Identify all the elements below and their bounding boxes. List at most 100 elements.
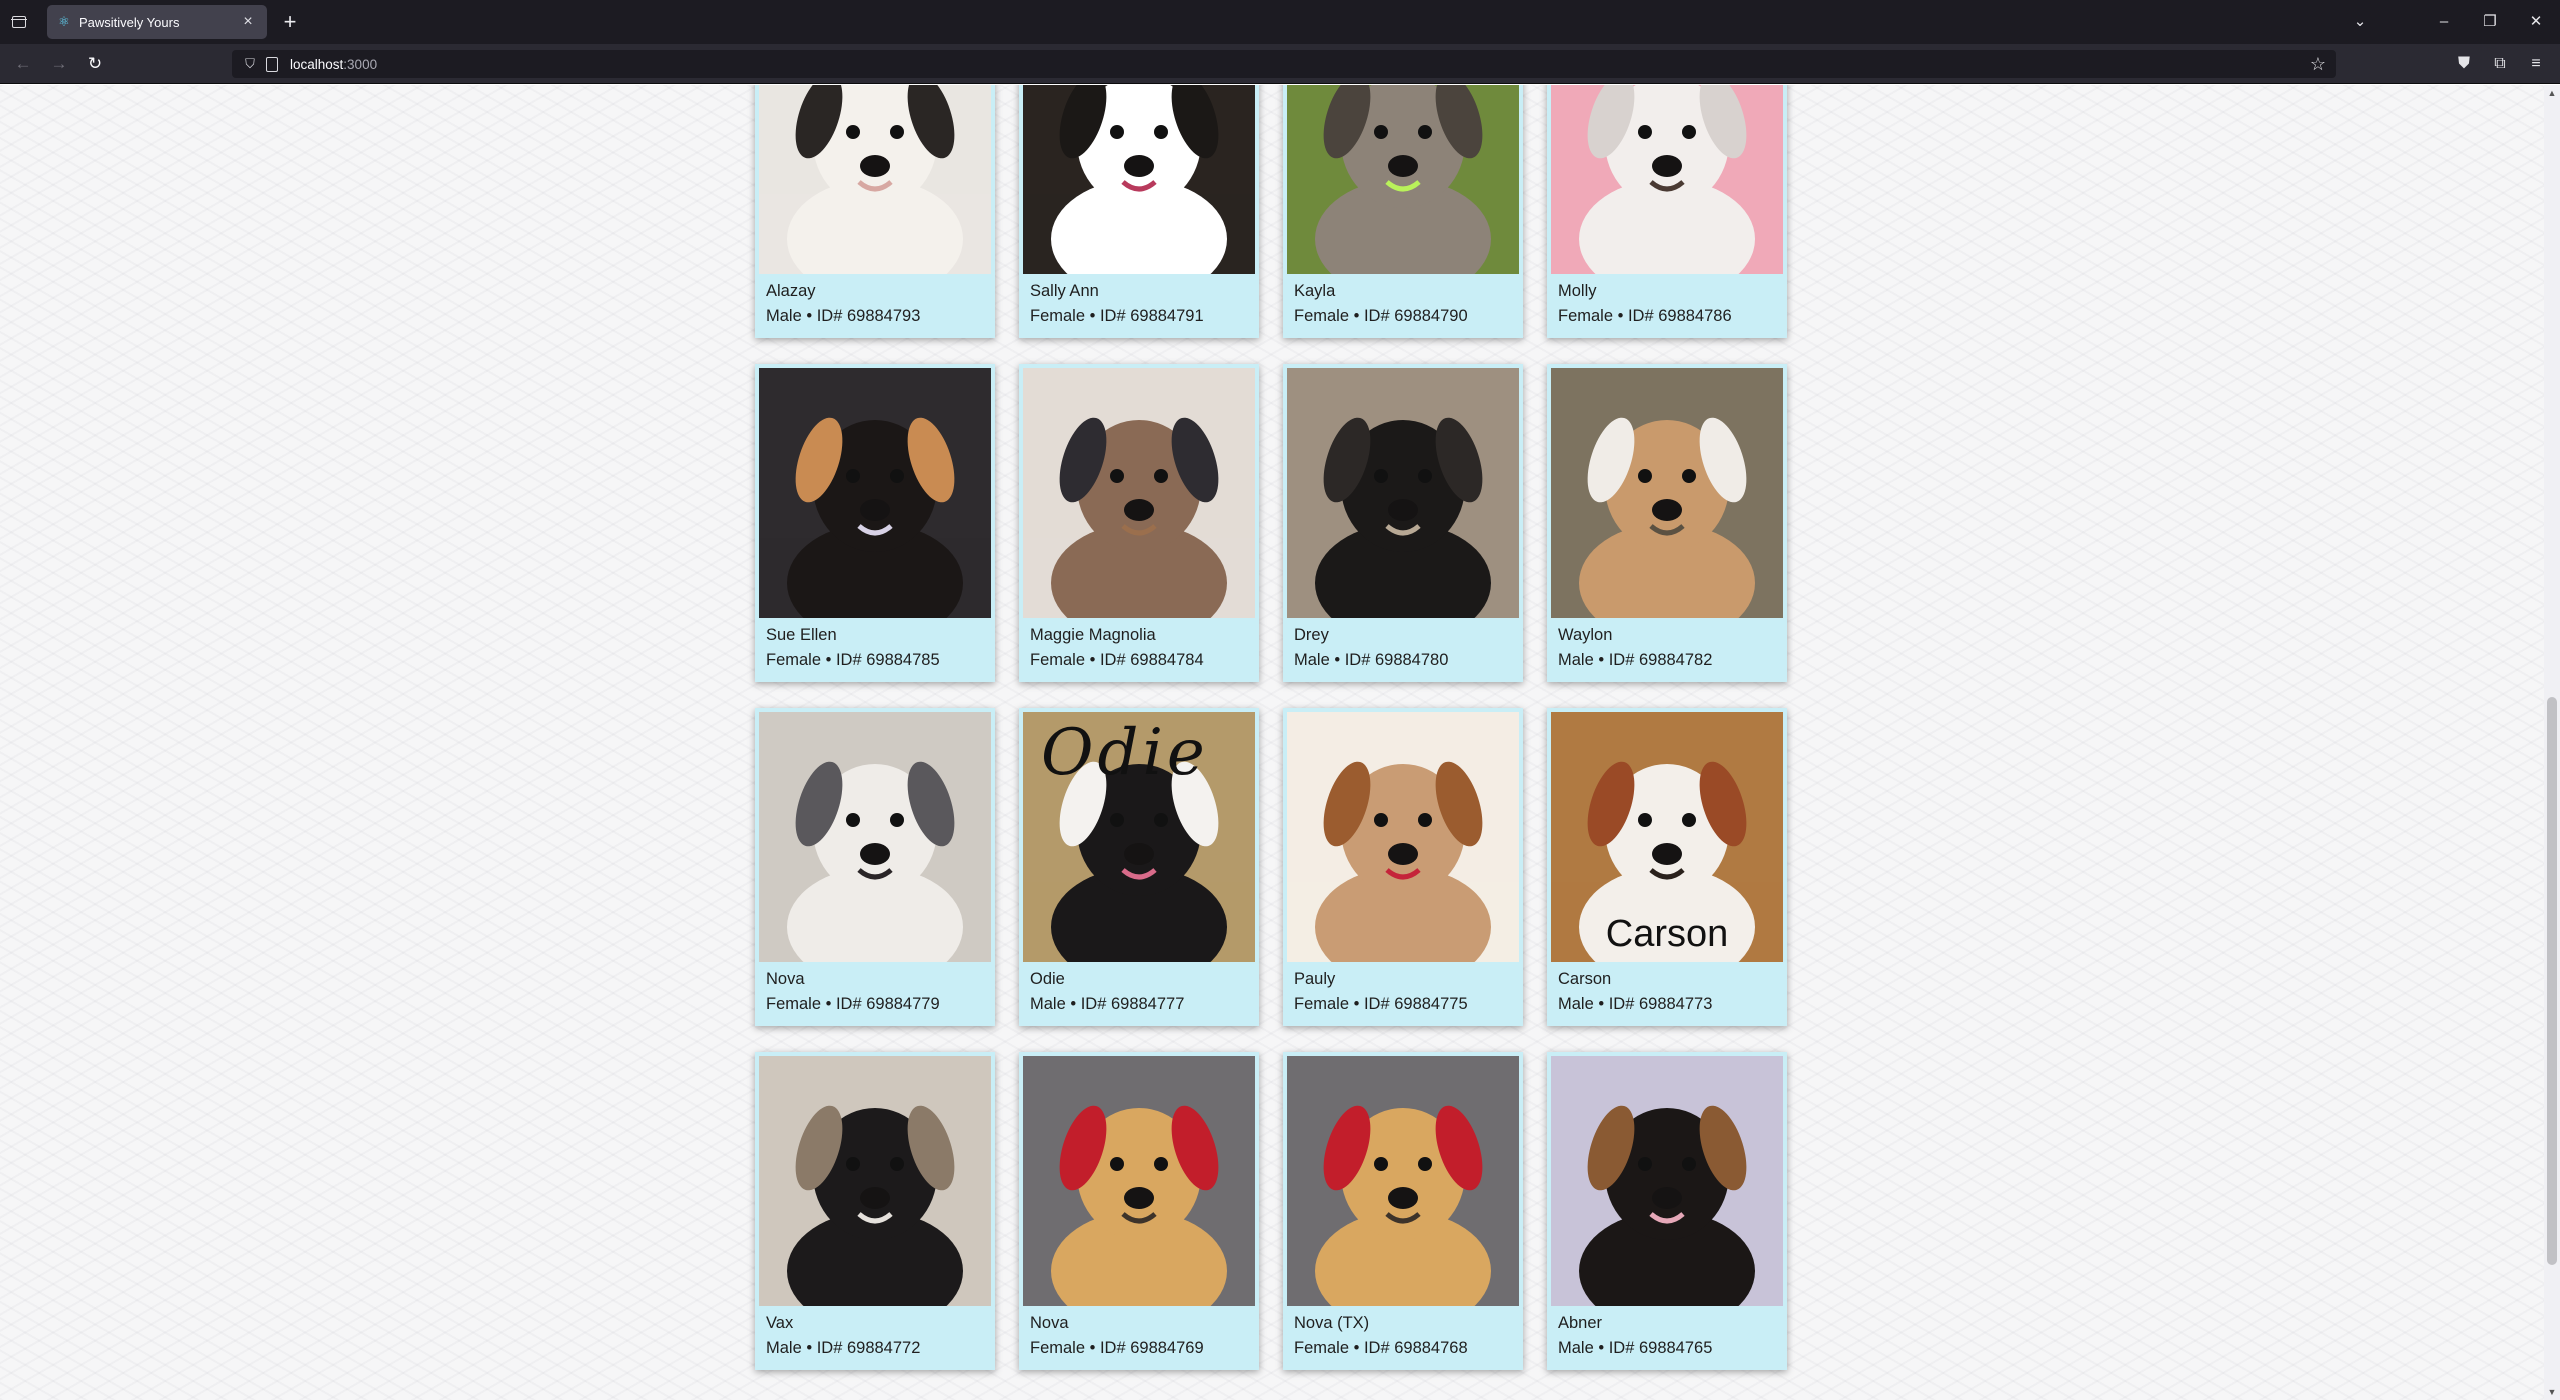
dog-card-grid: Alazay Male • ID# 69884793 Sally Ann Female…: [755, 85, 1791, 1370]
dog-photo[interactable]: [1287, 368, 1519, 618]
dog-photo-illustration: [759, 1056, 991, 1306]
photo-caption-text: Carson: [1605, 913, 1729, 955]
dog-card[interactable]: Odie Odie Male • ID# 69884777: [1019, 708, 1259, 1026]
dog-name[interactable]: Nova: [766, 969, 991, 989]
url-port: :3000: [343, 56, 378, 72]
dog-photo-illustration: [1023, 368, 1255, 618]
dog-card[interactable]: Kayla Female • ID# 69884790: [1283, 85, 1523, 338]
dog-card[interactable]: Sally Ann Female • ID# 69884791: [1019, 85, 1259, 338]
dog-card[interactable]: Drey Male • ID# 69884780: [1283, 364, 1523, 682]
forward-icon[interactable]: →: [47, 52, 71, 76]
dog-card[interactable]: Abner Male • ID# 69884765: [1547, 1052, 1787, 1370]
dog-card[interactable]: Pauly Female • ID# 69884775: [1283, 708, 1523, 1026]
dog-photo-illustration: [1023, 85, 1255, 274]
dog-card[interactable]: Nova Female • ID# 69884769: [1019, 1052, 1259, 1370]
dog-card[interactable]: Waylon Male • ID# 69884782: [1547, 364, 1787, 682]
page-info-icon[interactable]: [264, 56, 278, 72]
dog-sex-and-id: Female • ID# 69884791: [1030, 307, 1204, 325]
dog-photo[interactable]: [1287, 85, 1519, 274]
tracking-protection-shield-icon[interactable]: ⛉: [242, 56, 258, 72]
dog-photo[interactable]: [1023, 368, 1255, 618]
dog-card[interactable]: Nova (TX) Female • ID# 69884768: [1283, 1052, 1523, 1370]
dog-photo-illustration: [1551, 1056, 1783, 1306]
dog-photo[interactable]: [1551, 1056, 1783, 1306]
react-favicon-icon: ⚛: [58, 14, 70, 29]
dog-name[interactable]: Vax: [766, 1313, 991, 1333]
dog-card[interactable]: Maggie Magnolia Female • ID# 69884784: [1019, 364, 1259, 682]
dog-photo[interactable]: Carson: [1551, 712, 1783, 962]
dog-card[interactable]: Carson Carson Male • ID# 69884773: [1547, 708, 1787, 1026]
scroll-up-arrow-icon[interactable]: ▲: [2544, 85, 2560, 101]
tab-bar: ⚛ Pawsitively Yours × + ⌄ – ❐ ✕: [0, 0, 2560, 44]
dog-photo[interactable]: [1287, 1056, 1519, 1306]
dog-sex-and-id: Male • ID# 69884772: [766, 1339, 921, 1357]
bookmark-star-icon[interactable]: ☆: [2310, 54, 2326, 75]
navigation-toolbar: ← → ↻ ⛉ localhost:3000 ☆ ⛊ ⧉ ≡: [0, 44, 2560, 84]
dog-sex-and-id: Male • ID# 69884773: [1558, 995, 1713, 1013]
dog-name[interactable]: Kayla: [1294, 281, 1519, 301]
dog-photo[interactable]: [759, 368, 991, 618]
dog-photo[interactable]: [759, 1056, 991, 1306]
dog-sex-and-id: Female • ID# 69884790: [1294, 307, 1468, 325]
dog-name[interactable]: Abner: [1558, 1313, 1783, 1333]
dog-name[interactable]: Pauly: [1294, 969, 1519, 989]
pocket-icon[interactable]: ⛊: [2452, 52, 2476, 76]
dog-sex-and-id: Female • ID# 69884786: [1558, 307, 1732, 325]
dog-card[interactable]: Sue Ellen Female • ID# 69884785: [755, 364, 995, 682]
dog-name[interactable]: Sue Ellen: [766, 625, 991, 645]
dog-name[interactable]: Drey: [1294, 625, 1519, 645]
dog-name[interactable]: Carson: [1558, 969, 1783, 989]
back-icon[interactable]: ←: [11, 52, 35, 76]
dog-name[interactable]: Molly: [1558, 281, 1783, 301]
dog-photo[interactable]: [1551, 368, 1783, 618]
dog-photo-illustration: [759, 85, 991, 274]
page-scrollbar[interactable]: ▲ ▼: [2544, 85, 2560, 1400]
dog-photo[interactable]: [1023, 85, 1255, 274]
extensions-icon[interactable]: ⧉: [2488, 52, 2512, 76]
dog-photo[interactable]: [1551, 85, 1783, 274]
dog-photo-illustration: [1551, 368, 1783, 618]
reload-icon[interactable]: ↻: [83, 52, 107, 76]
dog-sex-and-id: Female • ID# 69884775: [1294, 995, 1468, 1013]
dog-card[interactable]: Alazay Male • ID# 69884793: [755, 85, 995, 338]
dog-name[interactable]: Maggie Magnolia: [1030, 625, 1255, 645]
dog-sex-and-id: Male • ID# 69884780: [1294, 651, 1449, 669]
url-text[interactable]: localhost:3000: [290, 57, 377, 72]
new-tab-button[interactable]: +: [278, 10, 302, 34]
dog-photo-illustration: [1287, 85, 1519, 274]
list-all-tabs-icon[interactable]: ⌄: [2340, 8, 2380, 36]
dog-card[interactable]: Nova Female • ID# 69884779: [755, 708, 995, 1026]
dog-name[interactable]: Nova (TX): [1294, 1313, 1519, 1333]
dog-name[interactable]: Odie: [1030, 969, 1255, 989]
minimize-icon[interactable]: –: [2424, 8, 2464, 36]
dog-sex-and-id: Male • ID# 69884793: [766, 307, 921, 325]
dog-name[interactable]: Nova: [1030, 1313, 1255, 1333]
url-host: localhost: [290, 56, 344, 72]
firefox-view-icon[interactable]: [8, 11, 30, 33]
dog-photo[interactable]: Odie: [1023, 712, 1255, 962]
dog-sex-and-id: Male • ID# 69884765: [1558, 1339, 1713, 1357]
dog-photo[interactable]: [1023, 1056, 1255, 1306]
dog-sex-and-id: Female • ID# 69884769: [1030, 1339, 1204, 1357]
dog-photo[interactable]: [1287, 712, 1519, 962]
address-bar[interactable]: ⛉ localhost:3000 ☆: [232, 50, 2336, 78]
app-menu-icon[interactable]: ≡: [2524, 52, 2548, 76]
dog-name[interactable]: Sally Ann: [1030, 281, 1255, 301]
restore-icon[interactable]: ❐: [2470, 8, 2510, 36]
dog-photo-illustration: [1551, 85, 1783, 274]
scroll-down-arrow-icon[interactable]: ▼: [2544, 1384, 2560, 1400]
close-tab-icon[interactable]: ×: [239, 13, 257, 31]
dog-photo[interactable]: [759, 85, 991, 274]
browser-tab-active[interactable]: ⚛ Pawsitively Yours ×: [47, 5, 267, 39]
scrollbar-thumb[interactable]: [2547, 697, 2557, 1265]
dog-sex-and-id: Male • ID# 69884777: [1030, 995, 1185, 1013]
dog-sex-and-id: Female • ID# 69884785: [766, 651, 940, 669]
close-window-icon[interactable]: ✕: [2516, 8, 2556, 36]
photo-caption-text: Odie: [1041, 716, 1209, 790]
dog-name[interactable]: Waylon: [1558, 625, 1783, 645]
dog-card[interactable]: Molly Female • ID# 69884786: [1547, 85, 1787, 338]
page-viewport: Alazay Male • ID# 69884793 Sally Ann Female…: [0, 85, 2560, 1400]
dog-name[interactable]: Alazay: [766, 281, 991, 301]
dog-photo[interactable]: [759, 712, 991, 962]
dog-card[interactable]: Vax Male • ID# 69884772: [755, 1052, 995, 1370]
